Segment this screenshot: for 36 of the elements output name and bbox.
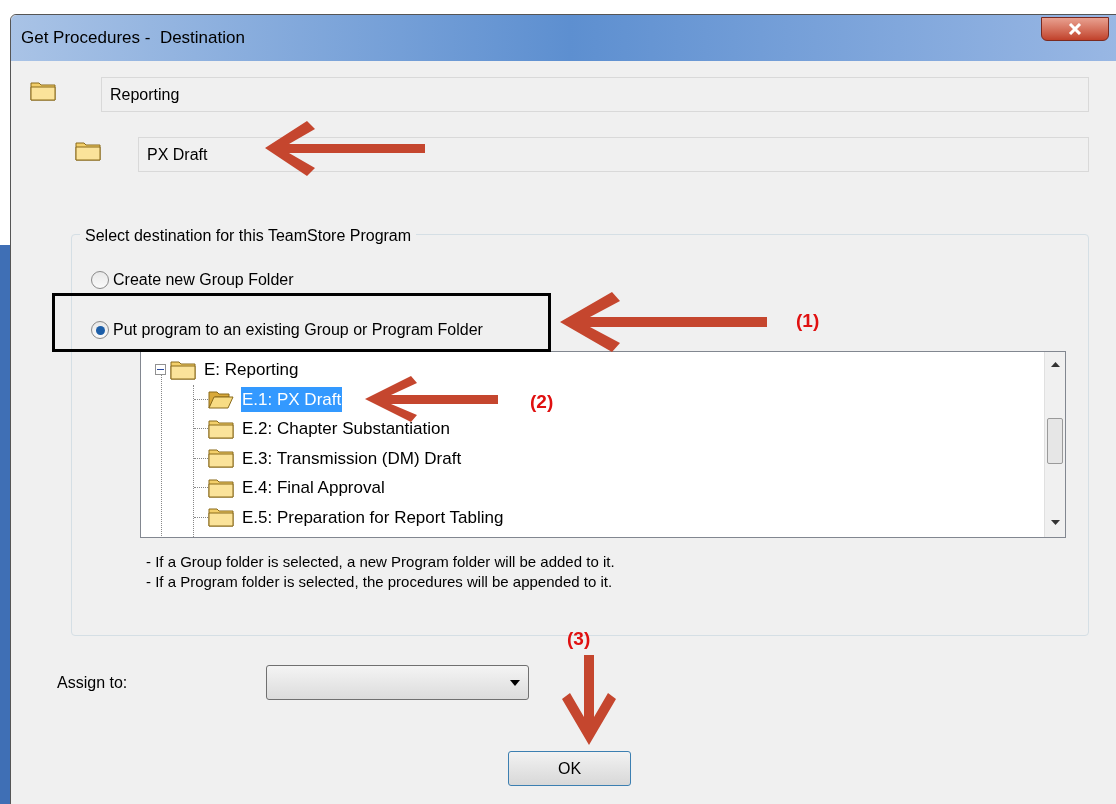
- hint-text: - If a Group folder is selected, a new Program folder will be added to it.: [146, 552, 616, 572]
- hint-text: - If a Program folder is selected, the procedures will be appended to it.: [146, 572, 614, 592]
- folder-icon: [208, 448, 234, 469]
- tree-item[interactable]: E.3: Transmission (DM) Draft: [241, 445, 463, 471]
- window-title: Get Procedures - Destination: [21, 27, 245, 50]
- dropdown-caret-icon: [510, 679, 520, 686]
- folder-icon: [170, 359, 196, 380]
- path-field: PX Draft: [138, 137, 1089, 172]
- tree-item[interactable]: E: Reporting: [202, 357, 301, 383]
- collapse-toggle-icon[interactable]: [155, 364, 166, 376]
- path-field: Reporting: [101, 77, 1089, 112]
- ok-button[interactable]: OK: [508, 751, 631, 786]
- tree-item[interactable]: E.5: Preparation for Report Tabling: [241, 504, 505, 530]
- radio-label[interactable]: Create new Group Folder: [113, 268, 294, 292]
- vertical-scrollbar[interactable]: [1044, 352, 1065, 537]
- folder-icon: [75, 141, 101, 161]
- assign-to-label: Assign to:: [57, 672, 129, 693]
- annotation-label: (3): [567, 627, 591, 651]
- open-folder-icon: [208, 389, 234, 410]
- folder-icon: [208, 418, 234, 439]
- folder-icon: [208, 507, 234, 528]
- scroll-thumb[interactable]: [1047, 418, 1063, 464]
- scroll-down-icon[interactable]: [1051, 520, 1060, 525]
- radio-label[interactable]: Put program to an existing Group or Program Folder: [113, 318, 483, 342]
- folder-icon: [30, 81, 56, 101]
- tree-item[interactable]: E.2: Chapter Substantiation: [241, 416, 451, 442]
- assign-to-dropdown[interactable]: [266, 665, 529, 700]
- folder-icon: [208, 477, 234, 498]
- tree-item[interactable]: E.4: Final Approval: [241, 475, 386, 501]
- radio-button[interactable]: [91, 271, 109, 289]
- close-button[interactable]: [1041, 17, 1109, 41]
- radio-button[interactable]: [91, 321, 109, 339]
- annotation-label: (2): [530, 390, 554, 414]
- scroll-up-icon[interactable]: [1051, 362, 1060, 367]
- annotation-label: (1): [796, 309, 820, 333]
- close-icon: [1068, 23, 1082, 35]
